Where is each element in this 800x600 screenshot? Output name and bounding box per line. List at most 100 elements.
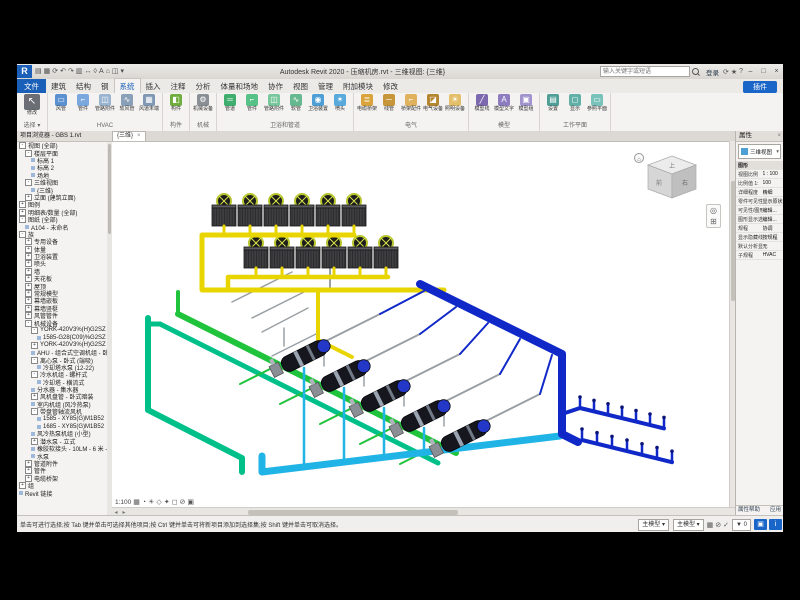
panel-label[interactable]: 工作平面 (542, 122, 608, 131)
3d-model-view[interactable]: ⌂上前右 (112, 142, 729, 508)
maximize-button[interactable]: □ (757, 65, 770, 78)
expander-icon[interactable]: + (25, 246, 32, 253)
tab-钢[interactable]: 钢 (96, 79, 114, 93)
tool-软风管[interactable]: ∿软风管 (116, 94, 138, 113)
tab-系统[interactable]: 系统 (114, 78, 141, 93)
tool-线管[interactable]: ─线管 (378, 94, 400, 113)
tag-icon[interactable]: ◊ (94, 65, 97, 78)
plugin-button[interactable]: 插件 (743, 81, 777, 93)
expander-icon[interactable]: - (31, 357, 38, 364)
expander-icon[interactable]: + (25, 238, 32, 245)
tab-插入[interactable]: 插入 (141, 79, 166, 93)
tree-item[interactable]: -带盘管轴流风机 (17, 408, 107, 415)
panel-label[interactable]: HVAC (50, 122, 160, 131)
tool-参照平面[interactable]: ▭参照平面 (586, 94, 608, 113)
panel-label[interactable]: 选择 ▾ (19, 122, 45, 131)
expander-icon[interactable]: + (25, 253, 32, 260)
tool-模型线[interactable]: ╱模型线 (471, 94, 493, 113)
tree-item[interactable]: +墙 (17, 268, 107, 275)
navigation-bar[interactable]: ◎ ⊞ (706, 204, 721, 228)
property-row[interactable]: 详细程度精细 (736, 188, 783, 197)
viewbar-icon-0[interactable]: ▦ (133, 498, 140, 506)
expander-icon[interactable]: - (25, 179, 32, 186)
tree-item[interactable]: -视图 (全部) (17, 142, 107, 149)
default-3d-view-icon[interactable]: ⌂ (106, 65, 110, 78)
tree-item[interactable]: 场地 (17, 172, 107, 179)
property-row[interactable]: 默认分析显示无 (736, 242, 783, 251)
tool-喷头[interactable]: ✶喷头 (329, 94, 351, 113)
viewbar-icon-7[interactable]: ▣ (187, 498, 194, 506)
expander-icon[interactable]: - (19, 216, 26, 223)
tool-卫浴装置[interactable]: ◉卫浴装置 (307, 94, 329, 113)
revit-logo-icon[interactable]: R (17, 65, 32, 78)
tool-机械设备[interactable]: ⚙机械设备 (192, 94, 214, 113)
property-row[interactable]: 比例值 1:100 (736, 179, 783, 188)
properties-help-link[interactable]: 属性帮助 (738, 506, 760, 515)
minimize-button[interactable]: – (744, 65, 757, 78)
open-icon[interactable]: ▤ (35, 65, 42, 78)
tree-item[interactable]: Revit 链接 (17, 489, 107, 496)
tool-修改[interactable]: ↖修改 (19, 94, 45, 117)
tab-修改[interactable]: 修改 (378, 79, 403, 93)
tool-桥架配件[interactable]: ⌐桥架配件 (400, 94, 422, 113)
tool-管道[interactable]: ═管道 (219, 94, 241, 113)
tab-文件[interactable]: 文件 (17, 79, 46, 93)
search-icon[interactable] (692, 68, 699, 75)
tool-构件[interactable]: ◧构件 (165, 94, 187, 113)
tree-item[interactable]: +常规模型 (17, 290, 107, 297)
favorites-icon[interactable]: ★ (731, 68, 737, 76)
tab-协作[interactable]: 协作 (263, 79, 288, 93)
tool-管路附件[interactable]: ◫管路附件 (263, 94, 285, 113)
steering-wheel-icon[interactable]: ◎ (710, 205, 717, 216)
search-input[interactable] (600, 66, 690, 77)
view-tab-close-icon[interactable]: × (137, 132, 141, 141)
viewbar-icon-5[interactable]: ◻ (172, 498, 178, 506)
tab-注释[interactable]: 注释 (166, 79, 191, 93)
tab-管理[interactable]: 管理 (313, 79, 338, 93)
expander-icon[interactable]: + (25, 305, 32, 312)
properties-close-icon[interactable]: × (777, 131, 781, 141)
expander-icon[interactable]: - (25, 320, 32, 327)
tool-显示[interactable]: ◻显示 (564, 94, 586, 113)
viewbar-icon-1[interactable]: ◔ (142, 499, 146, 506)
project-browser-title[interactable]: 项目浏览器 - GBS 1.rvt (17, 131, 112, 142)
help-icon[interactable]: ? (739, 68, 743, 75)
tree-item[interactable]: 1585-G28(C09)%G2SZ (17, 334, 107, 341)
editable-only-icon[interactable]: ⊘ (715, 521, 721, 529)
property-row[interactable]: 零件可见性显示原状态 (736, 197, 783, 206)
panel-label[interactable]: 构件 (165, 122, 187, 131)
viewbar-icon-4[interactable]: ✦ (164, 498, 170, 506)
tool-电缆桥架[interactable]: ≣电缆桥架 (356, 94, 378, 113)
expander-icon[interactable]: - (31, 327, 38, 334)
viewbar-icon-6[interactable]: ⊘ (180, 498, 186, 506)
tree-item[interactable]: 水泵 (17, 452, 107, 459)
sync-icon[interactable]: ⟳ (52, 65, 58, 78)
customize-icon[interactable]: ▾ (121, 65, 125, 78)
tree-item[interactable]: +屋顶 (17, 282, 107, 289)
tool-设置[interactable]: ▤设置 (542, 94, 564, 113)
expander-icon[interactable]: - (31, 408, 38, 415)
tab-分析[interactable]: 分析 (191, 79, 216, 93)
redo-icon[interactable]: ↷ (68, 65, 74, 78)
view-tab-3d[interactable]: {三维} × (112, 131, 146, 141)
save-icon[interactable]: ▦ (44, 65, 51, 78)
view-scale[interactable]: 1:100 (115, 499, 131, 506)
tree-item[interactable]: +管件 (17, 467, 107, 474)
tool-电气设备[interactable]: ◪电气设备 (422, 94, 444, 113)
viewbar-icon-2[interactable]: ☀ (148, 498, 154, 506)
property-row[interactable]: 图形显示选项编辑... (736, 215, 783, 224)
expander-icon[interactable]: + (19, 209, 26, 216)
panel-label[interactable]: 卫浴和管道 (219, 122, 351, 131)
properties-section[interactable]: 图形 (736, 161, 783, 170)
property-row[interactable]: 显示隐藏线按规程 (736, 233, 783, 242)
tool-管件[interactable]: ⌐管件 (72, 94, 94, 113)
tool-模型文字[interactable]: A模型文字 (493, 94, 515, 113)
tool-模型组[interactable]: ▣模型组 (515, 94, 537, 113)
measure-icon[interactable]: ↔ (85, 65, 92, 78)
tab-附加模块[interactable]: 附加模块 (338, 79, 378, 93)
print-icon[interactable]: ▥ (76, 65, 83, 78)
tree-item[interactable]: +风管管件 (17, 312, 107, 319)
expander-icon[interactable]: + (25, 290, 32, 297)
tree-item[interactable]: +喷头 (17, 260, 107, 267)
sync-icon[interactable]: ⟳ (723, 68, 729, 76)
